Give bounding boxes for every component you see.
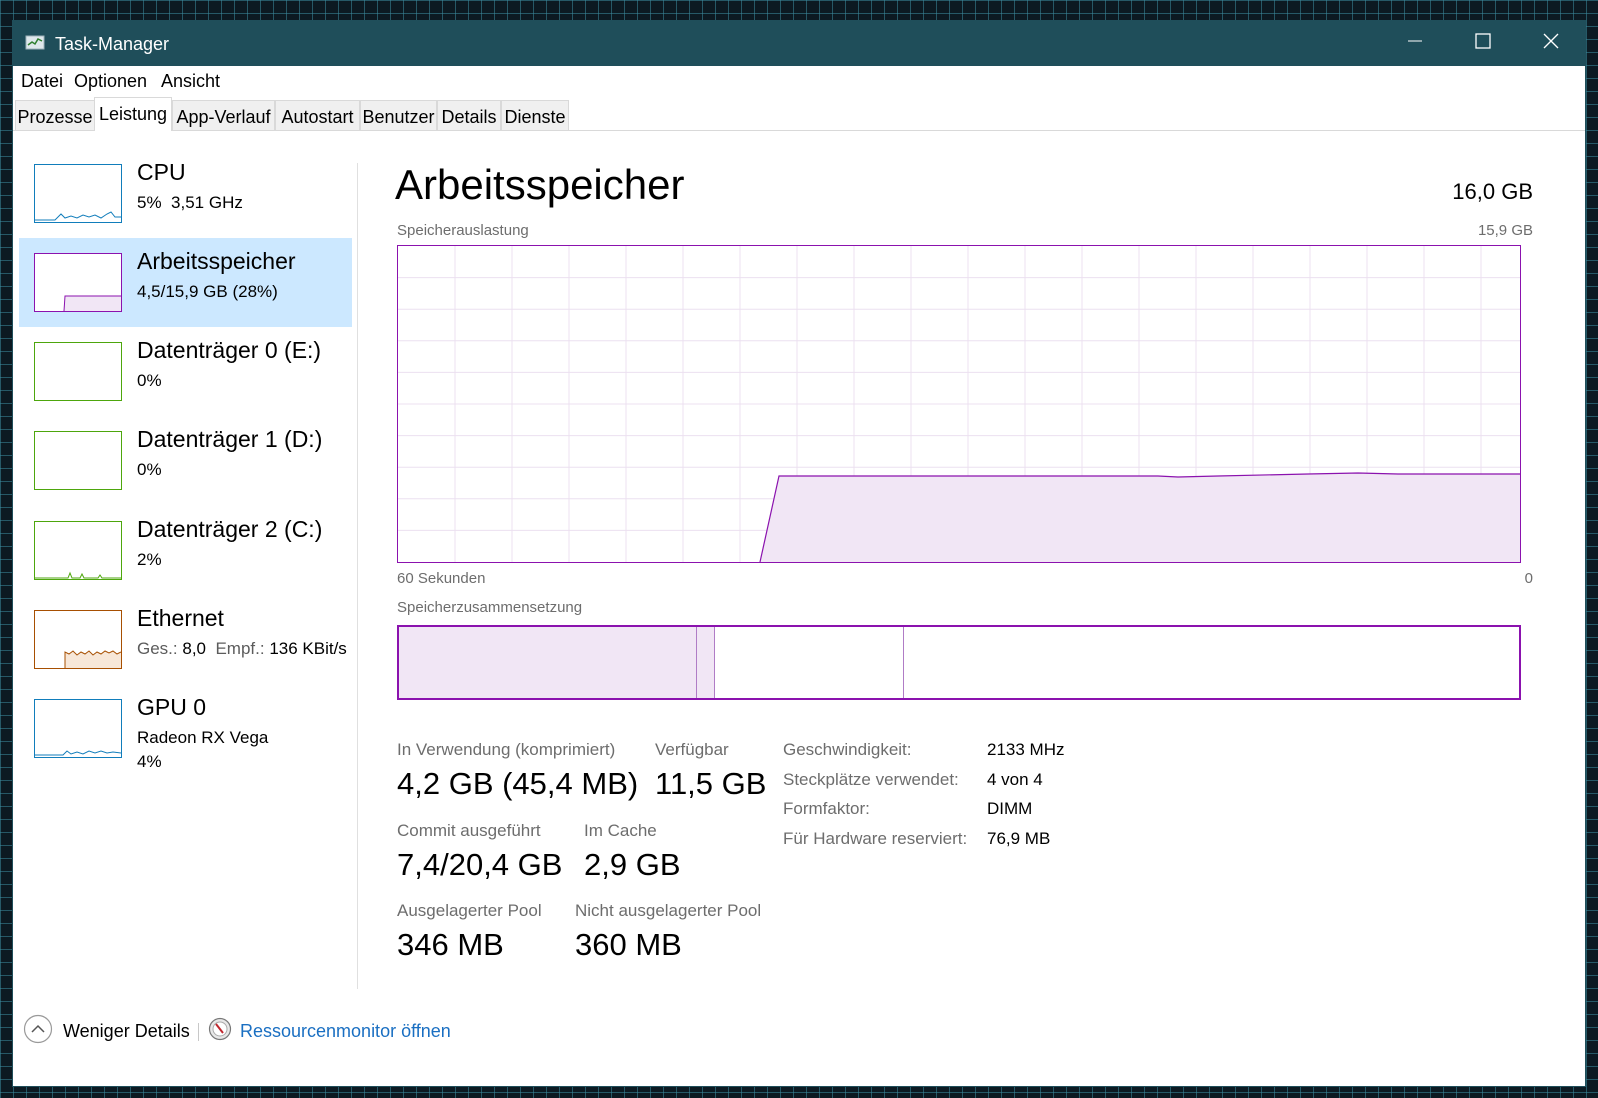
tab-leistung[interactable]: Leistung xyxy=(94,97,172,131)
memory-thumbnail xyxy=(34,253,122,312)
disk1-detail: 0% xyxy=(137,460,162,479)
sidebar-item-memory[interactable]: Arbeitsspeicher 4,5/15,9 GB (28%) xyxy=(19,238,352,327)
gpu-name: GPU 0 xyxy=(137,694,207,720)
disk2-name: Datenträger 2 (C:) xyxy=(137,516,323,542)
sidebar-item-disk2[interactable]: Datenträger 2 (C:) 2% xyxy=(19,506,352,595)
speed-value: 2133 MHz xyxy=(987,740,1065,759)
commit-value: 7,4/20,4 GB xyxy=(397,847,563,882)
tab-autostart[interactable]: Autostart xyxy=(275,100,360,130)
sidebar-item-cpu[interactable]: CPU 5% 3,51 GHz xyxy=(19,149,352,238)
usage-chart-label: Speicherauslastung xyxy=(397,222,529,239)
footer-separator xyxy=(198,1023,199,1041)
menu-optionen[interactable]: Optionen xyxy=(74,71,147,92)
cpu-detail: 5% 3,51 GHz xyxy=(137,193,243,212)
tab-bar: Prozesse Leistung App-Verlauf Autostart … xyxy=(13,96,1585,131)
disk2-detail: 2% xyxy=(137,550,162,569)
menu-datei[interactable]: Datei xyxy=(21,71,63,92)
menu-bar: Datei Optionen Ansicht xyxy=(13,66,1585,96)
form-factor-value: DIMM xyxy=(987,799,1033,818)
nonpaged-pool-label: Nicht ausgelagerter Pool xyxy=(575,901,762,920)
reserved-label: Für Hardware reserviert: xyxy=(783,829,968,848)
gpu-thumbnail xyxy=(34,699,122,758)
page-title: Arbeitsspeicher xyxy=(395,161,685,208)
total-memory: 16,0 GB xyxy=(1452,179,1533,204)
disk0-thumbnail xyxy=(34,342,122,401)
task-manager-icon xyxy=(25,34,47,52)
form-factor-label: Formfaktor: xyxy=(783,799,870,818)
memory-composition-bar xyxy=(397,625,1521,700)
commit-label: Commit ausgeführt xyxy=(397,821,541,840)
sidebar-item-disk0[interactable]: Datenträger 0 (E:) 0% xyxy=(19,327,352,416)
available-label: Verfügbar xyxy=(655,740,729,759)
title-bar[interactable]: Task-Manager xyxy=(13,21,1585,66)
memory-detail: 4,5/15,9 GB (28%) xyxy=(137,282,278,301)
nonpaged-pool-value: 360 MB xyxy=(575,927,682,962)
close-button[interactable] xyxy=(1517,21,1585,66)
minimize-icon xyxy=(1408,34,1422,53)
footer-bar: Weniger Details Ressourcenmonitor öffnen xyxy=(13,1011,1585,1051)
close-icon xyxy=(1543,33,1559,54)
disk1-thumbnail xyxy=(34,431,122,490)
speed-label: Geschwindigkeit: xyxy=(783,740,912,759)
time-axis-right: 0 xyxy=(1524,570,1533,587)
window-title: Task-Manager xyxy=(55,34,170,54)
memory-name: Arbeitsspeicher xyxy=(137,248,296,274)
memory-usage-chart xyxy=(397,245,1521,563)
resource-monitor-label: Ressourcenmonitor öffnen xyxy=(240,1020,451,1041)
tab-prozesse[interactable]: Prozesse xyxy=(15,100,95,130)
sidebar-item-ethernet[interactable]: Ethernet Ges.: 8,0 Empf.: 136 KBit/s xyxy=(19,595,352,684)
cache-value: 2,9 GB xyxy=(584,847,681,882)
composition-standby-divider xyxy=(903,627,904,698)
available-value: 11,5 GB xyxy=(655,766,767,801)
paged-pool-value: 346 MB xyxy=(397,927,504,962)
memory-usage-svg xyxy=(398,246,1520,563)
sidebar-item-gpu[interactable]: GPU 0 Radeon RX Vega 4% xyxy=(19,684,352,773)
time-axis-left: 60 Sekunden xyxy=(397,570,486,587)
in-use-label: In Verwendung (komprimiert) xyxy=(397,740,616,759)
gpu-detail: 4% xyxy=(137,752,162,771)
ethernet-thumbnail xyxy=(34,610,122,669)
sidebar-divider xyxy=(357,163,358,989)
paged-pool-label: Ausgelagerter Pool xyxy=(397,901,542,920)
tab-benutzer[interactable]: Benutzer xyxy=(360,100,437,130)
in-use-value: 4,2 GB (45,4 MB) xyxy=(397,766,639,801)
tab-app-verlauf[interactable]: App-Verlauf xyxy=(172,100,275,130)
cpu-name: CPU xyxy=(137,159,186,185)
cpu-thumbnail xyxy=(34,164,122,223)
ethernet-detail: Ges.: 8,0 Empf.: 136 KBit/s xyxy=(137,639,347,658)
slots-label: Steckplätze verwendet: xyxy=(783,770,959,789)
task-manager-window: Task-Manager Datei Optionen Ansicht Proz… xyxy=(12,20,1586,1087)
sidebar-item-disk1[interactable]: Datenträger 1 (D:) 0% xyxy=(19,416,352,505)
gpu-model: Radeon RX Vega xyxy=(137,728,269,747)
fewer-details-button[interactable]: Weniger Details xyxy=(23,1011,190,1051)
disk2-thumbnail xyxy=(34,521,122,580)
disk0-name: Datenträger 0 (E:) xyxy=(137,337,322,363)
minimize-button[interactable] xyxy=(1381,21,1449,66)
reserved-value: 76,9 MB xyxy=(987,829,1051,848)
fewer-details-label: Weniger Details xyxy=(63,1020,190,1041)
cache-label: Im Cache xyxy=(584,821,657,840)
composition-modified xyxy=(697,627,715,698)
disk1-name: Datenträger 1 (D:) xyxy=(137,426,323,452)
chevron-up-circle-icon xyxy=(23,1014,53,1049)
maximize-button[interactable] xyxy=(1449,21,1517,66)
maximize-icon xyxy=(1475,33,1491,54)
tab-dienste[interactable]: Dienste xyxy=(501,100,569,130)
ethernet-name: Ethernet xyxy=(137,605,224,631)
menu-ansicht[interactable]: Ansicht xyxy=(161,71,220,92)
composition-in-use xyxy=(399,627,697,698)
slots-value: 4 von 4 xyxy=(987,770,1043,789)
resource-monitor-icon xyxy=(208,1017,232,1046)
usage-chart-max: 15,9 GB xyxy=(1477,222,1533,239)
disk0-detail: 0% xyxy=(137,371,162,390)
composition-label: Speicherzusammensetzung xyxy=(397,599,583,616)
resource-monitor-link[interactable]: Ressourcenmonitor öffnen xyxy=(208,1011,451,1051)
tab-details[interactable]: Details xyxy=(437,100,501,130)
